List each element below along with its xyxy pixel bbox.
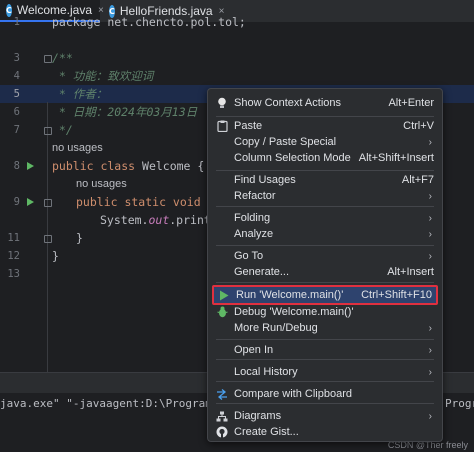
line-number: 1 [13, 16, 20, 28]
line-number: 6 [13, 106, 20, 118]
menu-item-column-selection-mode[interactable]: Column Selection Mode Alt+Shift+Insert [212, 149, 438, 167]
menu-separator [216, 381, 434, 382]
line-number: 4 [13, 70, 20, 82]
fold-marker-icon[interactable] [44, 127, 52, 135]
code-text: System. [100, 213, 149, 227]
line-number: 8 [13, 160, 20, 172]
usage-hint[interactable]: no usages [76, 178, 127, 190]
code-text: } [52, 249, 59, 263]
console-output: java.exe" "-javaagent:D:\Program Fi [0, 397, 232, 410]
compare-icon [216, 388, 228, 400]
chevron-right-icon: › [428, 250, 432, 262]
menu-separator [216, 245, 434, 246]
line-number: 5 [13, 88, 20, 100]
code-line: 3 /** [0, 49, 474, 67]
console-output: Progr [445, 397, 474, 410]
chevron-right-icon: › [428, 410, 432, 422]
menu-item-run[interactable]: Run 'Welcome.main()' Ctrl+Shift+F10 [212, 285, 438, 305]
menu-item-local-history[interactable]: Local History › [212, 363, 438, 381]
menu-item-analyze[interactable]: Analyze › [212, 225, 438, 243]
menu-item-refactor[interactable]: Refactor › [212, 187, 438, 205]
chevron-right-icon: › [428, 190, 432, 202]
fold-marker-icon[interactable] [44, 199, 52, 207]
github-icon [216, 426, 228, 438]
menu-item-compare-clipboard[interactable]: Compare with Clipboard [212, 385, 438, 403]
menu-separator [216, 206, 434, 207]
chevron-right-icon: › [428, 344, 432, 356]
code-text: } [76, 231, 83, 245]
code-text: /** [52, 51, 73, 65]
chevron-right-icon: › [428, 322, 432, 334]
menu-separator [216, 403, 434, 404]
code-text: package net.chencto.pol.tol; [52, 15, 246, 29]
chevron-right-icon: › [428, 228, 432, 240]
lightbulb-icon [216, 97, 228, 109]
run-gutter-icon[interactable] [27, 162, 35, 170]
code-text: * 功能：致欢迎词 [52, 69, 154, 83]
line-number: 9 [13, 196, 20, 208]
usage-hint[interactable]: no usages [52, 142, 103, 154]
code-line: 4 * 功能：致欢迎词 [0, 67, 474, 85]
chevron-right-icon: › [428, 136, 432, 148]
code-keyword: public class [52, 159, 136, 173]
menu-item-more-run-debug[interactable]: More Run/Debug › [212, 319, 438, 337]
menu-item-show-context-actions[interactable]: Show Context Actions Alt+Enter [212, 94, 438, 112]
menu-item-generate[interactable]: Generate... Alt+Insert [212, 263, 438, 281]
fold-marker-icon[interactable] [44, 235, 52, 243]
chevron-right-icon: › [428, 366, 432, 378]
code-text: */ [52, 123, 73, 137]
chevron-right-icon: › [428, 212, 432, 224]
code-text: Welcome { [135, 159, 205, 173]
line-number: 3 [13, 52, 20, 64]
code-field: out [148, 213, 170, 227]
menu-separator [216, 359, 434, 360]
menu-item-open-in[interactable]: Open In › [212, 341, 438, 359]
editor-context-menu: Show Context Actions Alt+Enter Paste Ctr… [207, 88, 443, 442]
line-number: 11 [7, 232, 20, 244]
run-gutter-icon[interactable] [27, 198, 35, 206]
line-number: 12 [7, 250, 20, 262]
clipboard-icon [216, 120, 228, 132]
line-number: 7 [13, 124, 20, 136]
diagram-icon [216, 410, 228, 422]
code-keyword: public static void [76, 195, 201, 209]
debug-icon [216, 306, 228, 318]
code-text: * 作者： [52, 87, 108, 101]
code-text: * 日期：2024年03月13日 [52, 105, 198, 119]
fold-marker-icon[interactable] [44, 55, 52, 63]
code-line: 1 package net.chencto.pol.tol; [0, 13, 474, 31]
line-number: 13 [7, 268, 20, 280]
menu-item-create-gist[interactable]: Create Gist... [212, 423, 438, 441]
run-icon [218, 289, 230, 301]
menu-separator [216, 339, 434, 340]
menu-separator [216, 282, 434, 283]
